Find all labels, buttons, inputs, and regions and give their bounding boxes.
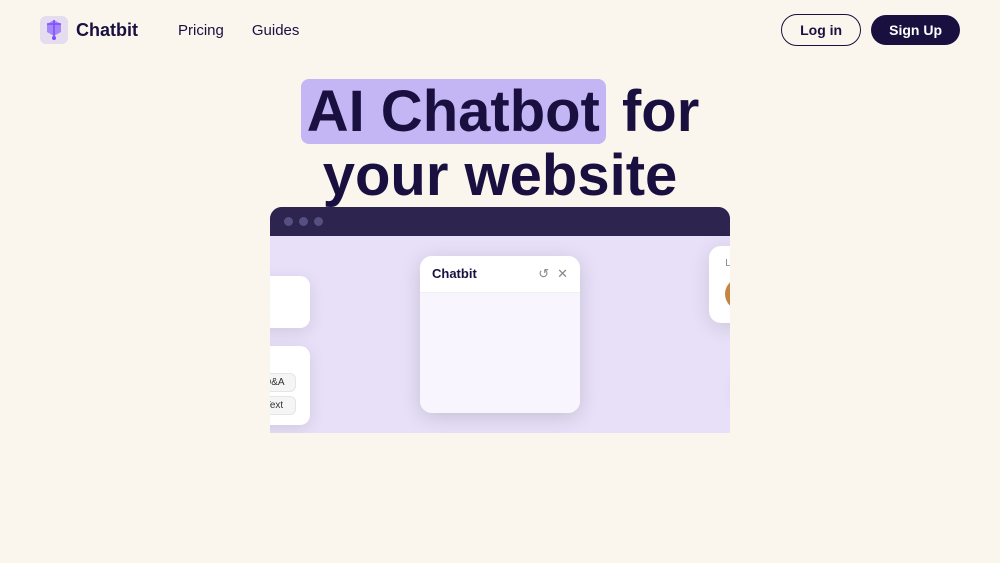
nav-actions: Log in Sign Up [781,14,960,46]
nav-links: Pricing Guides [178,22,781,39]
source-data-grid: URL Q&A File Text [270,373,296,415]
chatbit-title: Chatbit [432,266,477,281]
source-data-card: Source data URL Q&A File Text [270,346,310,425]
primary-color-card: Primary color #FFFFFF [270,276,310,328]
primary-color-value: #FFFFFF [270,304,296,318]
logo[interactable]: Chatbit [40,16,138,44]
source-data-label: Source data [270,356,296,367]
nav-pricing[interactable]: Pricing [178,22,224,39]
login-button[interactable]: Log in [781,14,861,46]
logo-text: Chatbit [76,20,138,41]
browser-dot-2 [299,217,308,226]
nav-guides[interactable]: Guides [252,22,300,39]
browser-dot-3 [314,217,323,226]
hero-title-line2: your website [323,143,678,208]
navbar: Chatbit Pricing Guides Log in Sign Up [0,0,1000,60]
browser-window: Primary color #FFFFFF Source data URL Q&… [270,207,730,433]
primary-color-label: Primary color [270,286,296,298]
lead-avatar: 🧑 [725,278,730,310]
browser-bar [270,207,730,236]
hero-title: AI Chatbot for your website [20,80,980,208]
logo-icon [40,16,68,44]
chatbit-header: Chatbit ↺ ✕ [420,256,580,293]
signup-button[interactable]: Sign Up [871,15,960,45]
chip-text[interactable]: Text [270,396,296,415]
hero-highlight: AI Chatbot [301,79,606,144]
browser-dot-1 [284,217,293,226]
lead-card: Lead 🧑 Marvin McKinney marvin@ex-dot.com… [709,246,730,323]
lead-label: Lead [725,258,730,269]
chatbit-close-icon[interactable]: ✕ [557,266,568,282]
chatbit-header-icons: ↺ ✕ [538,266,568,282]
chatbit-widget: Chatbit ↺ ✕ [420,256,580,413]
chatbit-refresh-icon[interactable]: ↺ [538,266,549,282]
hero-title-part2: for [622,79,699,144]
mockup-section: Primary color #FFFFFF Source data URL Q&… [270,207,730,433]
browser-content: Primary color #FFFFFF Source data URL Q&… [270,236,730,433]
chip-qa[interactable]: Q&A [270,373,296,392]
lead-info: 🧑 Marvin McKinney marvin@ex-dot.com (316… [725,277,730,311]
chatbit-body [420,293,580,413]
